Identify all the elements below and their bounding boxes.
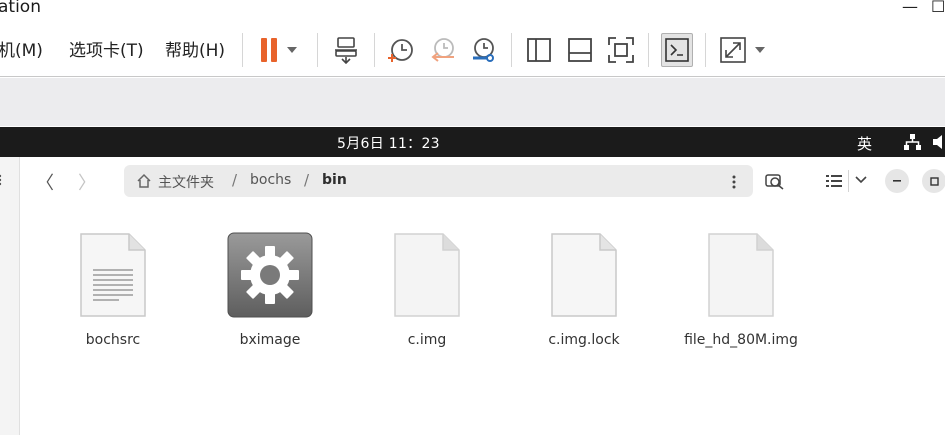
file-item[interactable]: bochsrc (48, 232, 178, 348)
toolbar-separator (705, 33, 706, 67)
maximize-window-button[interactable] (922, 169, 945, 193)
search-icon[interactable] (765, 172, 785, 190)
crumb-bochs[interactable]: bochs (250, 172, 291, 188)
toolbar-separator (317, 33, 318, 67)
files-sidebar[interactable] (0, 157, 20, 435)
volume-icon[interactable] (932, 134, 945, 154)
menu-help[interactable]: 帮助(H) (165, 36, 225, 61)
blank-file-icon (708, 233, 774, 317)
file-item[interactable]: c.img (362, 232, 492, 348)
forward-button[interactable]: 〉 (78, 169, 96, 195)
input-method-indicator[interactable]: 英 (857, 133, 872, 154)
file-name: bximage (239, 332, 301, 348)
home-icon (136, 173, 152, 193)
sidebar-toggle-icon[interactable] (524, 35, 554, 65)
file-name: bochsrc (85, 332, 141, 348)
back-button[interactable]: 〈 (36, 169, 54, 195)
crumb-separator: / (304, 171, 310, 189)
pause-icon[interactable] (254, 35, 284, 65)
file-name: file_hd_80M.img (684, 332, 798, 348)
maximize-button[interactable]: ☐ (931, 0, 945, 16)
snapshot-take-icon[interactable] (386, 35, 416, 65)
minimize-button[interactable]: — (902, 0, 918, 16)
vm-tab-area (0, 78, 945, 126)
view-options-dropdown-icon[interactable] (855, 176, 867, 184)
file-name: c.img (407, 332, 447, 348)
clock[interactable]: 5月6日 11：23 (337, 133, 440, 153)
pause-dropdown-icon[interactable] (282, 35, 302, 65)
sidebar-handle-icon (0, 174, 2, 186)
blank-file-icon (394, 233, 460, 317)
crumb-separator: / (232, 171, 238, 189)
toolbar-separator (374, 33, 375, 67)
send-ctrl-alt-del-icon[interactable] (331, 35, 361, 65)
minimize-window-button[interactable] (885, 169, 909, 193)
stretch-dropdown-icon[interactable] (750, 35, 770, 65)
menu-vm[interactable]: 机(M) (0, 36, 43, 61)
network-icon[interactable] (904, 134, 921, 154)
crumb-bin[interactable]: bin (322, 172, 347, 188)
vm-window-title: ation (0, 0, 41, 17)
snapshot-manager-icon[interactable] (468, 35, 498, 65)
path-menu-icon[interactable] (732, 174, 736, 193)
toolbar-separator (511, 33, 512, 67)
toolbar-separator (648, 33, 649, 67)
menu-tabs[interactable]: 选项卡(T) (69, 36, 144, 61)
view-separator (848, 170, 849, 192)
file-name: c.img.lock (548, 332, 620, 348)
crumb-home[interactable]: 主文件夹 (158, 172, 214, 192)
file-item[interactable]: c.img.lock (519, 232, 649, 348)
executable-gear-icon (227, 232, 313, 318)
vm-toolbar: 机(M) 选项卡(T) 帮助(H) (0, 23, 945, 77)
thumbnail-bar-icon[interactable] (565, 35, 595, 65)
stretch-guest-icon[interactable] (718, 35, 748, 65)
snapshot-revert-icon[interactable] (427, 35, 457, 65)
fullscreen-icon[interactable] (606, 35, 636, 65)
path-bar[interactable]: 主文件夹 / bochs / bin (124, 165, 753, 197)
vm-titlebar: ation — ☐ (0, 0, 945, 23)
file-item[interactable]: bximage (205, 232, 335, 348)
toolbar-separator (242, 33, 243, 67)
blank-file-icon (551, 233, 617, 317)
gnome-topbar: 5月6日 11：23 英 (0, 127, 945, 157)
text-file-icon (80, 233, 146, 317)
list-view-icon[interactable] (826, 174, 842, 188)
console-view-icon[interactable] (661, 33, 693, 67)
file-item[interactable]: file_hd_80M.img (676, 232, 806, 348)
